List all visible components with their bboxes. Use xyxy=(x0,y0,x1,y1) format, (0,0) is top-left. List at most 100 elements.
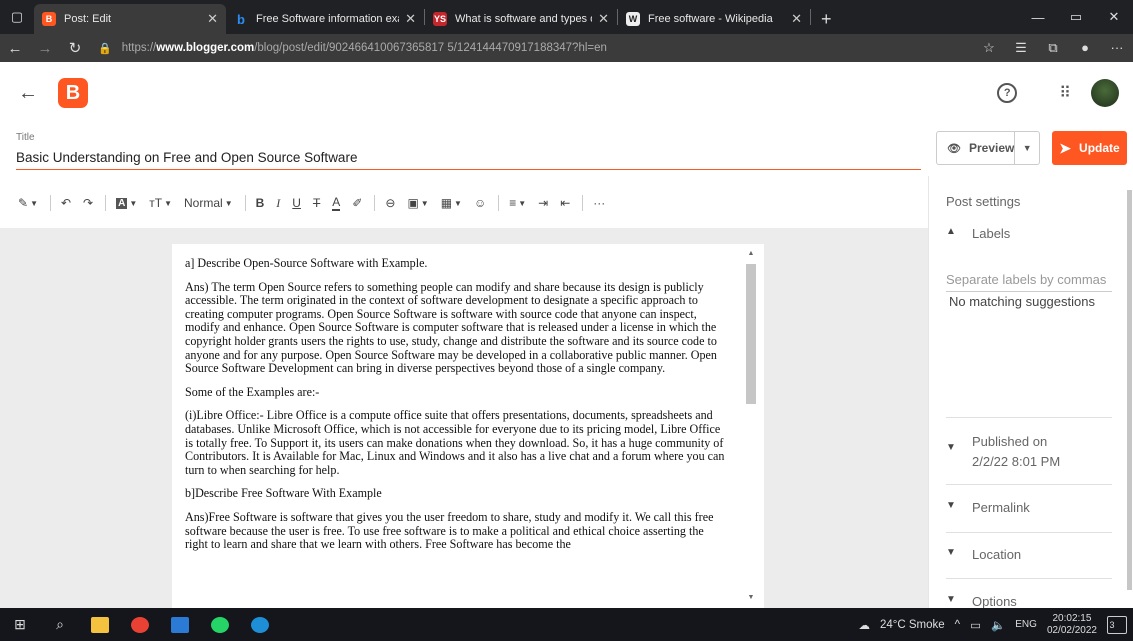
scroll-up-icon[interactable]: ▲ xyxy=(744,250,758,262)
url-field[interactable]: 🔒 https://www.blogger.com/blog/post/edit… xyxy=(98,42,973,55)
more-options-icon[interactable]: ··· xyxy=(593,196,605,210)
update-button[interactable]: ➤ Update xyxy=(1052,131,1127,165)
scroll-down-icon[interactable]: ▼ xyxy=(744,594,758,606)
published-value: 2/2/22 8:01 PM xyxy=(972,454,1061,469)
bold-icon[interactable]: B xyxy=(256,196,265,210)
strikethrough-icon[interactable]: T xyxy=(313,196,320,210)
apps-grid-icon[interactable]: ⠿ xyxy=(1059,83,1071,103)
tab-free-software-info[interactable]: b Free Software information examp ✕ xyxy=(226,4,424,34)
link-icon[interactable]: ⊖ xyxy=(385,196,395,210)
system-tray: ☁ 24°C Smoke ^ ▭ 🔈 ENG 20:02:15 02/02/20… xyxy=(858,613,1133,637)
blogger-favicon-icon: B xyxy=(42,12,56,26)
preview-button[interactable]: 👁 Preview ▼ xyxy=(936,131,1040,165)
url-path: /blog/post/edit/902466410067365817 5/124… xyxy=(254,42,607,54)
windows-taskbar: ⊞ ⌕ ☁ 24°C Smoke ^ ▭ 🔈 ENG 20:02:15 02/0… xyxy=(0,608,1133,641)
tab-post-edit[interactable]: B Post: Edit ✕ xyxy=(34,4,226,34)
windows-start-icon[interactable]: ⊞ xyxy=(0,616,40,633)
scroll-thumb[interactable] xyxy=(746,264,756,404)
profile-icon[interactable]: ● xyxy=(1069,40,1101,56)
back-icon[interactable]: ← xyxy=(0,40,30,57)
chrome-icon[interactable] xyxy=(120,616,160,633)
image-icon[interactable]: ▣ ▼ xyxy=(407,196,428,210)
lock-icon: 🔒 xyxy=(98,42,112,55)
file-explorer-icon[interactable] xyxy=(80,616,120,633)
network-icon[interactable]: ▭ xyxy=(970,618,981,632)
title-input[interactable]: Basic Understanding on Free and Open Sou… xyxy=(16,150,921,170)
refresh-icon[interactable]: ↻ xyxy=(60,39,90,57)
store-icon[interactable] xyxy=(160,616,200,633)
underline-icon[interactable]: U xyxy=(292,196,301,210)
close-tab-icon[interactable]: ✕ xyxy=(791,11,802,27)
more-icon[interactable]: ··· xyxy=(1101,40,1133,56)
back-arrow-icon[interactable]: ← xyxy=(18,82,58,105)
restore-icon[interactable]: ▭ xyxy=(1057,0,1095,34)
sidebar-scrollbar[interactable] xyxy=(1127,180,1133,600)
italic-icon[interactable]: I xyxy=(276,196,280,211)
blogger-logo[interactable]: B xyxy=(58,78,88,108)
permalink-section-toggle[interactable]: ▼ Permalink xyxy=(946,500,1030,515)
close-tab-icon[interactable]: ✕ xyxy=(405,11,416,27)
location-section-toggle[interactable]: ▼ Location xyxy=(946,547,1021,562)
favorites-icon[interactable]: ☰ xyxy=(1005,40,1037,56)
tray-chevron-icon[interactable]: ^ xyxy=(955,619,960,631)
notification-icon[interactable]: 3 xyxy=(1107,615,1127,634)
pen-icon[interactable]: ✎ ▼ xyxy=(18,196,38,210)
emoji-icon[interactable]: ☺ xyxy=(474,196,486,210)
collections-icon[interactable]: ⧉ xyxy=(1037,40,1069,56)
options-section-toggle[interactable]: ▼ Options xyxy=(946,594,1017,609)
redo-icon[interactable]: ↷ xyxy=(83,196,93,210)
editor-scrollbar[interactable]: ▲ ▼ xyxy=(744,250,758,606)
editor-toolbar: ✎ ▼ ↶ ↷ A ▼ ᴛT ▼ Normal ▼ B I U T A ✐ ⊖ ▣ ▼ ▦… xyxy=(0,182,930,224)
published-section-toggle[interactable]: ▼ Published on 2/2/22 8:01 PM xyxy=(946,432,1060,472)
labels-heading: Labels xyxy=(972,226,1011,241)
search-icon[interactable]: ⌕ xyxy=(40,616,80,633)
tab-actions-icon[interactable]: ▢ xyxy=(0,0,34,34)
align-icon[interactable]: ≡ ▼ xyxy=(509,196,526,210)
avatar[interactable] xyxy=(1091,79,1119,107)
whatsapp-icon[interactable] xyxy=(200,616,240,633)
outdent-icon[interactable]: ⇤ xyxy=(560,196,570,210)
options-label: Options xyxy=(972,594,1017,609)
format-select[interactable]: Normal ▼ xyxy=(184,196,233,210)
help-icon[interactable]: ? xyxy=(997,83,1018,103)
edge-icon[interactable] xyxy=(240,616,280,633)
labels-input[interactable]: Separate labels by commas xyxy=(946,272,1112,292)
weather-text[interactable]: 24°C Smoke xyxy=(880,619,945,631)
toolbar-divider xyxy=(49,195,51,211)
divider xyxy=(946,578,1112,579)
video-icon[interactable]: ▦ ▼ xyxy=(441,196,462,210)
tab-wikipedia[interactable]: W Free software - Wikipedia ✕ xyxy=(618,4,810,34)
highlight-icon[interactable]: ✐ xyxy=(352,196,362,210)
new-tab-icon[interactable]: + xyxy=(811,4,842,34)
send-icon: ➤ xyxy=(1059,139,1072,156)
labels-section-toggle[interactable]: ▲ Labels xyxy=(946,226,1010,241)
app-bar: ← B ? ⠿ xyxy=(0,62,1133,124)
eye-icon: 👁 xyxy=(947,142,961,155)
close-tab-icon[interactable]: ✕ xyxy=(207,11,218,27)
forward-icon[interactable]: → xyxy=(30,40,60,57)
undo-icon[interactable]: ↶ xyxy=(61,196,71,210)
title-label: Title xyxy=(16,132,35,143)
divider xyxy=(946,532,1112,533)
font-icon[interactable]: A ▼ xyxy=(116,197,137,209)
divider xyxy=(946,484,1112,485)
preview-dropdown-icon[interactable]: ▼ xyxy=(1014,131,1039,165)
minimize-icon[interactable]: — xyxy=(1019,0,1057,34)
clock[interactable]: 20:02:15 02/02/2022 xyxy=(1047,613,1097,637)
close-window-icon[interactable]: ✕ xyxy=(1095,0,1133,34)
editor-page[interactable]: a] Describe Open-Source Software with Ex… xyxy=(172,244,764,608)
title-section: Title Basic Understanding on Free and Op… xyxy=(0,124,930,172)
favorite-star-icon[interactable]: ☆ xyxy=(973,40,1005,56)
indent-icon[interactable]: ⇥ xyxy=(538,196,548,210)
text-color-icon[interactable]: A xyxy=(332,195,341,211)
font-size-icon[interactable]: ᴛT ▼ xyxy=(149,196,172,210)
weather-icon[interactable]: ☁ xyxy=(858,618,870,632)
language-indicator[interactable]: ENG xyxy=(1015,619,1037,630)
window-controls: — ▭ ✕ xyxy=(1019,0,1133,34)
post-body[interactable]: a] Describe Open-Source Software with Ex… xyxy=(172,244,747,552)
tab-what-is-software[interactable]: YS What is software and types of sc ✕ xyxy=(425,4,617,34)
volume-icon[interactable]: 🔈 xyxy=(991,618,1005,632)
close-tab-icon[interactable]: ✕ xyxy=(598,11,609,27)
scroll-thumb[interactable] xyxy=(1127,190,1132,590)
format-label: Normal xyxy=(184,196,223,210)
